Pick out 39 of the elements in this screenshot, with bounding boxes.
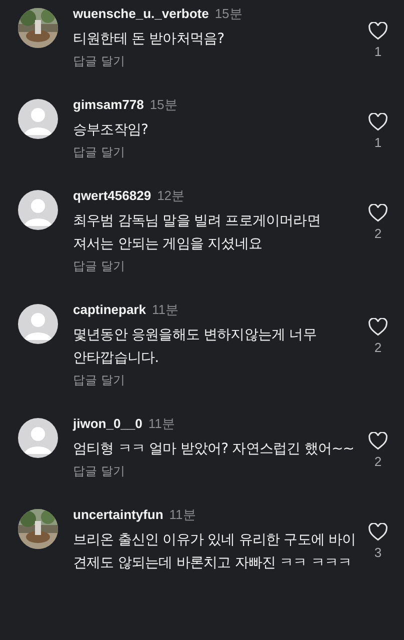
avatar-icon: [18, 418, 58, 458]
reply-link[interactable]: 답글 달기: [73, 256, 125, 276]
comment-time: 11분: [152, 301, 178, 319]
comment-time: 15분: [150, 96, 178, 114]
username[interactable]: uncertaintyfun: [73, 507, 164, 522]
like-count: 2: [374, 340, 382, 355]
avatar-icon: [18, 99, 58, 139]
heart-icon[interactable]: [368, 22, 388, 40]
comment-text: 엄티형 ㅋㅋ 얼마 받았어? 자연스럽긴 했어~~: [73, 440, 356, 459]
username[interactable]: captinepark: [73, 302, 146, 317]
comment-time: 12분: [157, 187, 185, 205]
comment-text: 최우범 감독님 말을 빌려 프로게이머라면 져서는 안되는 게임을 지셨네요: [73, 212, 322, 254]
comment-text: 브리온 출신인 이유가 있네 유리한 구도에 바이 견제도 않되는데 바론치고 자빠진 ㅋㅋ ㅋㅋㅋ: [73, 531, 357, 573]
heart-icon[interactable]: [368, 523, 388, 541]
like-count: 1: [374, 44, 382, 59]
reply-link[interactable]: 답글 달기: [73, 51, 125, 71]
comment-time: 11분: [148, 415, 175, 433]
reply-link[interactable]: 답글 달기: [73, 461, 125, 481]
username[interactable]: gimsam778: [73, 97, 144, 112]
like-count: 3: [374, 545, 382, 560]
comment-text: 티원한테 돈 받아처먹음?: [73, 30, 226, 49]
like-count: 2: [374, 454, 382, 469]
like-count: 1: [374, 135, 382, 150]
like-count: 2: [374, 226, 382, 241]
comment-text: 승부조작임?: [73, 121, 150, 140]
heart-icon[interactable]: [368, 318, 388, 336]
heart-icon[interactable]: [368, 113, 388, 131]
avatar-icon: [18, 304, 58, 344]
reply-link[interactable]: 답글 달기: [73, 370, 125, 390]
comment-time: 15분: [214, 5, 242, 23]
heart-icon[interactable]: [368, 432, 388, 450]
comment-time: 11분: [169, 506, 196, 524]
comment-text: 몇년동안 응원을해도 변하지않는게 너무 안타깝습니다.: [73, 326, 318, 368]
reply-link[interactable]: 답글 달기: [73, 142, 125, 162]
avatar-icon: [18, 190, 58, 230]
username[interactable]: wuensche_u._verbote: [73, 6, 209, 21]
heart-icon[interactable]: [368, 204, 388, 222]
username[interactable]: qwert456829: [73, 188, 152, 203]
username[interactable]: jiwon_0__0: [73, 416, 142, 431]
